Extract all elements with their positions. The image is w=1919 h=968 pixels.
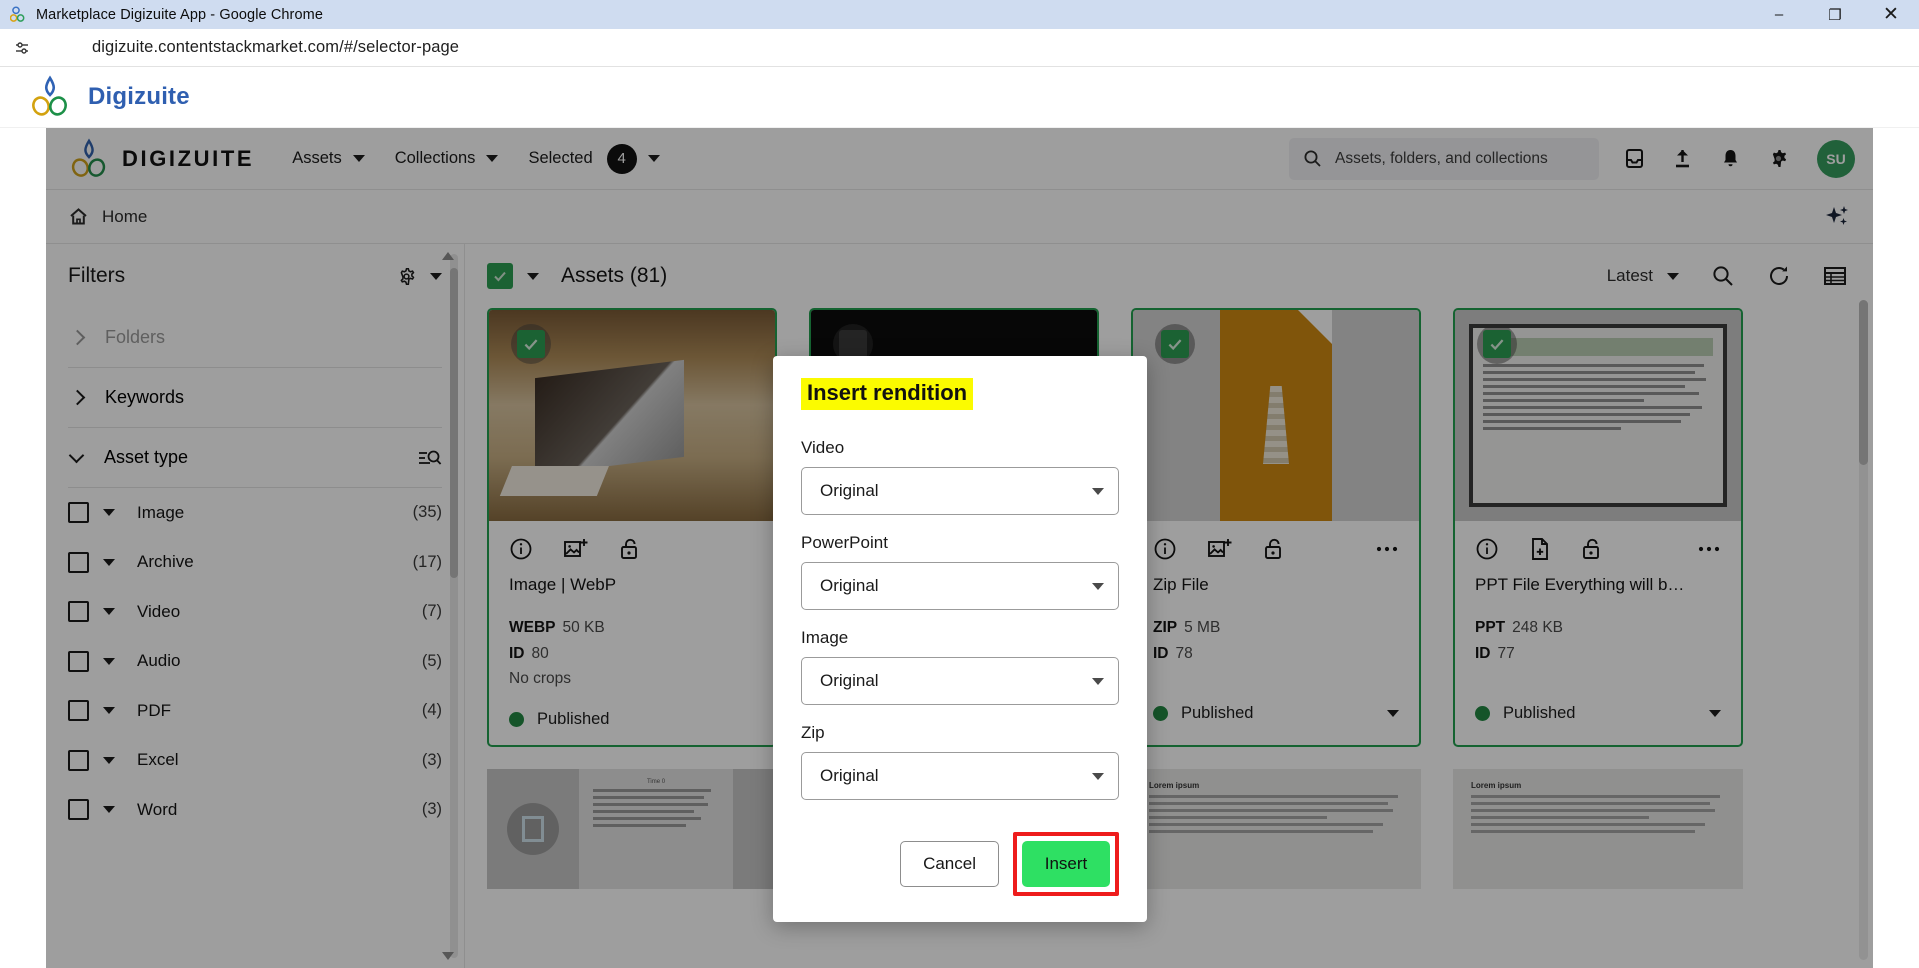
field-label-powerpoint: PowerPoint [801,533,888,552]
insert-button-highlight: Insert [1013,832,1119,896]
app-title: Digizuite [88,83,190,110]
browser-titlebar: Marketplace Digizuite App - Google Chrom… [0,0,1919,29]
dialog-actions: Cancel Insert [801,832,1119,896]
window-title: Marketplace Digizuite App - Google Chrom… [36,6,323,23]
chevron-down-icon [1092,772,1104,780]
cancel-button[interactable]: Cancel [900,841,999,887]
page-root: DIGIZUITE Assets Collections Selected 4 [0,128,1919,968]
chrome-favicon-icon [10,6,27,23]
select-zip-value: Original [820,766,879,785]
maximize-button[interactable]: ❐ [1807,0,1863,29]
digizuite-logo-icon [28,75,72,119]
minimize-button[interactable]: – [1751,0,1807,29]
chevron-down-icon [1092,677,1104,685]
chevron-down-icon [1092,582,1104,590]
address-bar[interactable]: digizuite.contentstackmarket.com/#/selec… [92,38,459,57]
insert-rendition-dialog: Insert rendition Video Original PowerPoi… [773,356,1147,922]
select-video-value: Original [820,481,879,500]
select-video-rendition[interactable]: Original [801,467,1119,515]
select-image-value: Original [820,671,879,690]
insert-button[interactable]: Insert [1022,841,1110,887]
field-label-video: Video [801,438,845,457]
select-powerpoint-rendition[interactable]: Original [801,562,1119,610]
field-label-zip: Zip [801,723,825,742]
select-powerpoint-value: Original [820,576,879,595]
site-settings-icon[interactable] [8,34,36,62]
select-image-rendition[interactable]: Original [801,657,1119,705]
browser-toolbar: digizuite.contentstackmarket.com/#/selec… [0,29,1919,67]
chevron-down-icon [1092,487,1104,495]
window-controls: – ❐ ✕ [1751,0,1919,29]
close-button[interactable]: ✕ [1863,0,1919,29]
app-header: Digizuite [0,67,1919,128]
select-zip-rendition[interactable]: Original [801,752,1119,800]
dialog-title: Insert rendition [801,378,974,410]
field-label-image: Image [801,628,849,647]
